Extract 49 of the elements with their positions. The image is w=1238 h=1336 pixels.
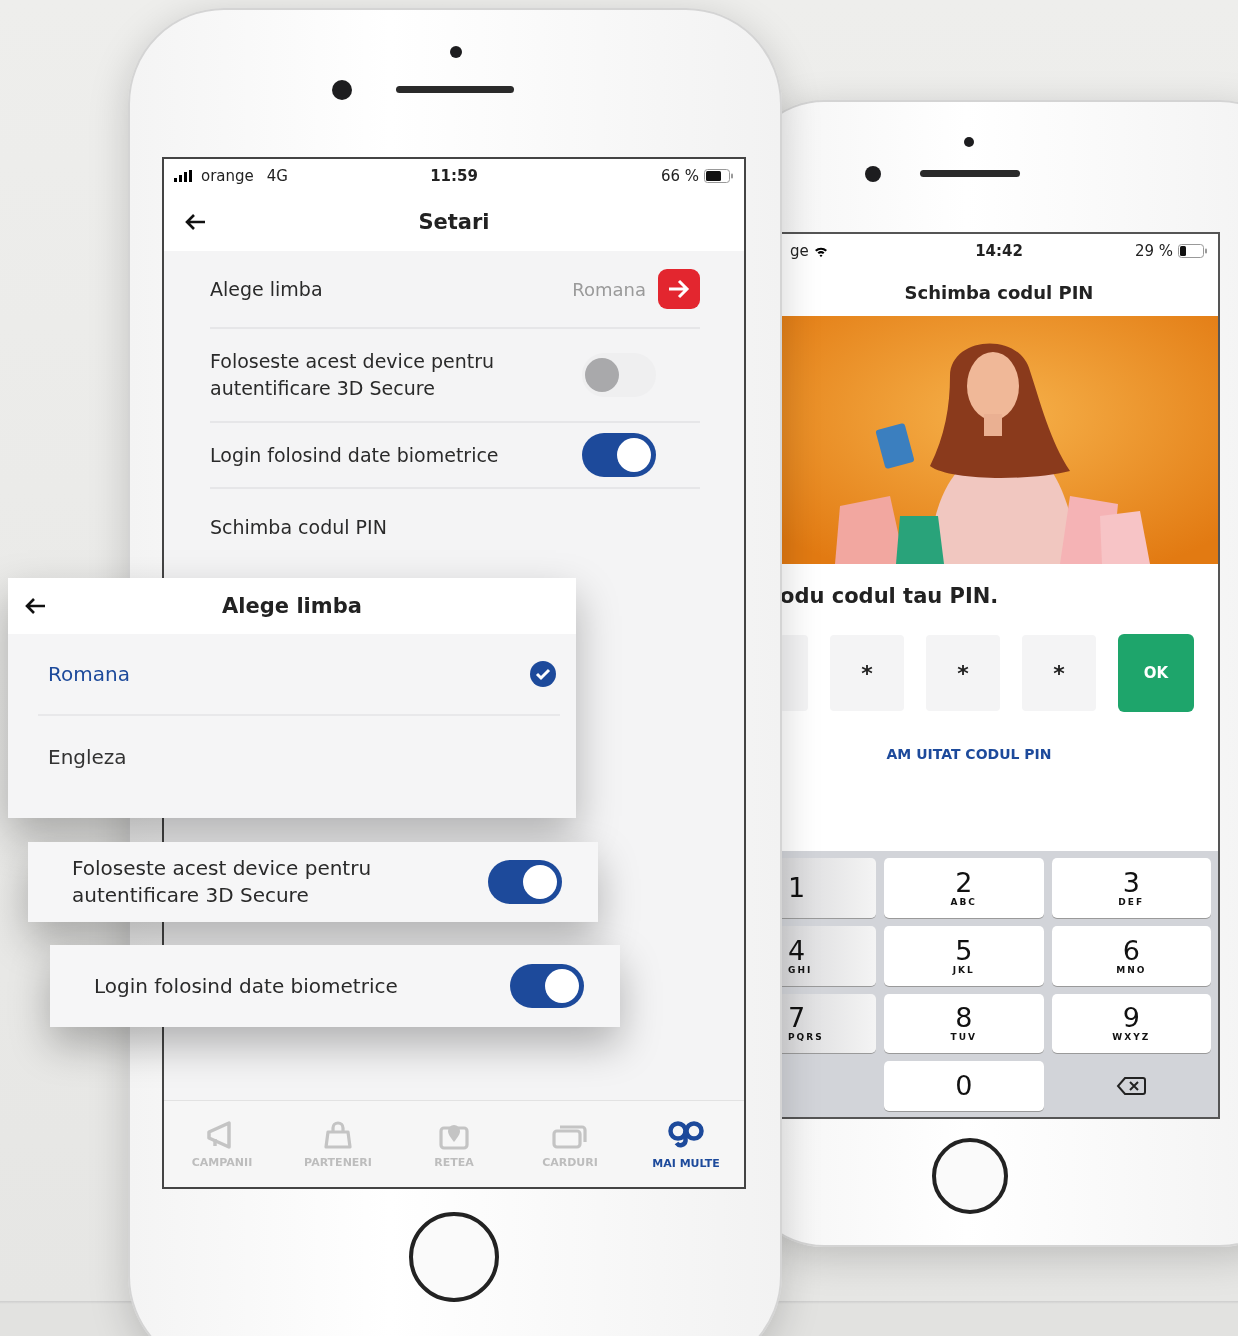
forgot-pin-link[interactable]: AM UITAT CODUL PIN	[780, 746, 1218, 762]
battery-icon	[704, 169, 734, 183]
dialog-title: Alege limba	[222, 594, 362, 618]
battery-percent: 29 %	[1134, 242, 1173, 260]
toggle-switch[interactable]	[582, 353, 656, 397]
keypad-key[interactable]: 7 PQRS	[780, 993, 876, 1054]
setting-label: Schimba codul PIN	[210, 514, 388, 540]
backspace-icon	[1116, 1076, 1147, 1097]
check-icon	[530, 661, 556, 687]
toggle-switch[interactable]	[582, 433, 656, 477]
status-time: 11:59	[429, 167, 479, 185]
selected-language: Romana	[572, 278, 646, 300]
shopping-bag-icon	[323, 1119, 353, 1150]
carrier-name: orange	[201, 167, 254, 185]
language-option[interactable]: Romana	[38, 634, 560, 716]
setting-label: Alege limba	[210, 276, 324, 302]
network-type: 4G	[266, 167, 288, 185]
forward-button[interactable]	[658, 269, 700, 309]
setting-label: Foloseste acest device pentru autentificare 3D Secure	[210, 349, 496, 401]
keypad-key[interactable]: 1	[780, 858, 876, 918]
pin-digit-box[interactable]: *	[926, 635, 1000, 711]
status-time: 14:42	[974, 242, 1024, 260]
keypad-key[interactable]: 2 ABC	[884, 858, 1044, 918]
pin-digit-box[interactable]: *	[830, 635, 904, 711]
keypad-key[interactable]: 6 MNO	[1051, 925, 1211, 986]
keypad-key[interactable]: 4 GHI	[780, 925, 876, 986]
screen-title: Setari	[418, 210, 490, 234]
keypad-key[interactable]: 3 DEF	[1051, 858, 1211, 918]
toggle-switch[interactable]	[510, 964, 584, 1008]
wifi-icon	[813, 245, 828, 257]
arrow-right-icon	[667, 278, 691, 300]
language-option[interactable]: Engleza	[38, 716, 560, 798]
keypad-key[interactable]: 9 WXYZ	[1051, 993, 1211, 1054]
keypad-key[interactable]: 0	[884, 1061, 1044, 1111]
back-arrow-icon[interactable]	[24, 597, 46, 615]
battery-icon	[1178, 244, 1208, 258]
toggle-switch[interactable]	[488, 860, 562, 904]
carrier-name: ge	[790, 242, 809, 260]
setting-label: Foloseste acest device pentru autentificare 3D Secure	[72, 855, 373, 909]
setting-label: Login folosind date biometrice	[94, 972, 399, 1000]
keypad-key[interactable]: 5 JKL	[884, 925, 1044, 986]
keypad-key[interactable]: 8 TUV	[884, 993, 1044, 1054]
battery-percent: 66 %	[660, 167, 699, 185]
screen-title: Schimba codul PIN	[904, 281, 1094, 303]
setting-label: Login folosind date biometrice	[210, 442, 500, 468]
pin-prompt: odu codul tau PIN.	[780, 584, 999, 608]
pin-digit-box[interactable]: *	[1022, 635, 1096, 711]
back-arrow-icon[interactable]	[184, 213, 206, 231]
tab-bar-item[interactable]: MAI MULTE	[628, 1101, 744, 1187]
